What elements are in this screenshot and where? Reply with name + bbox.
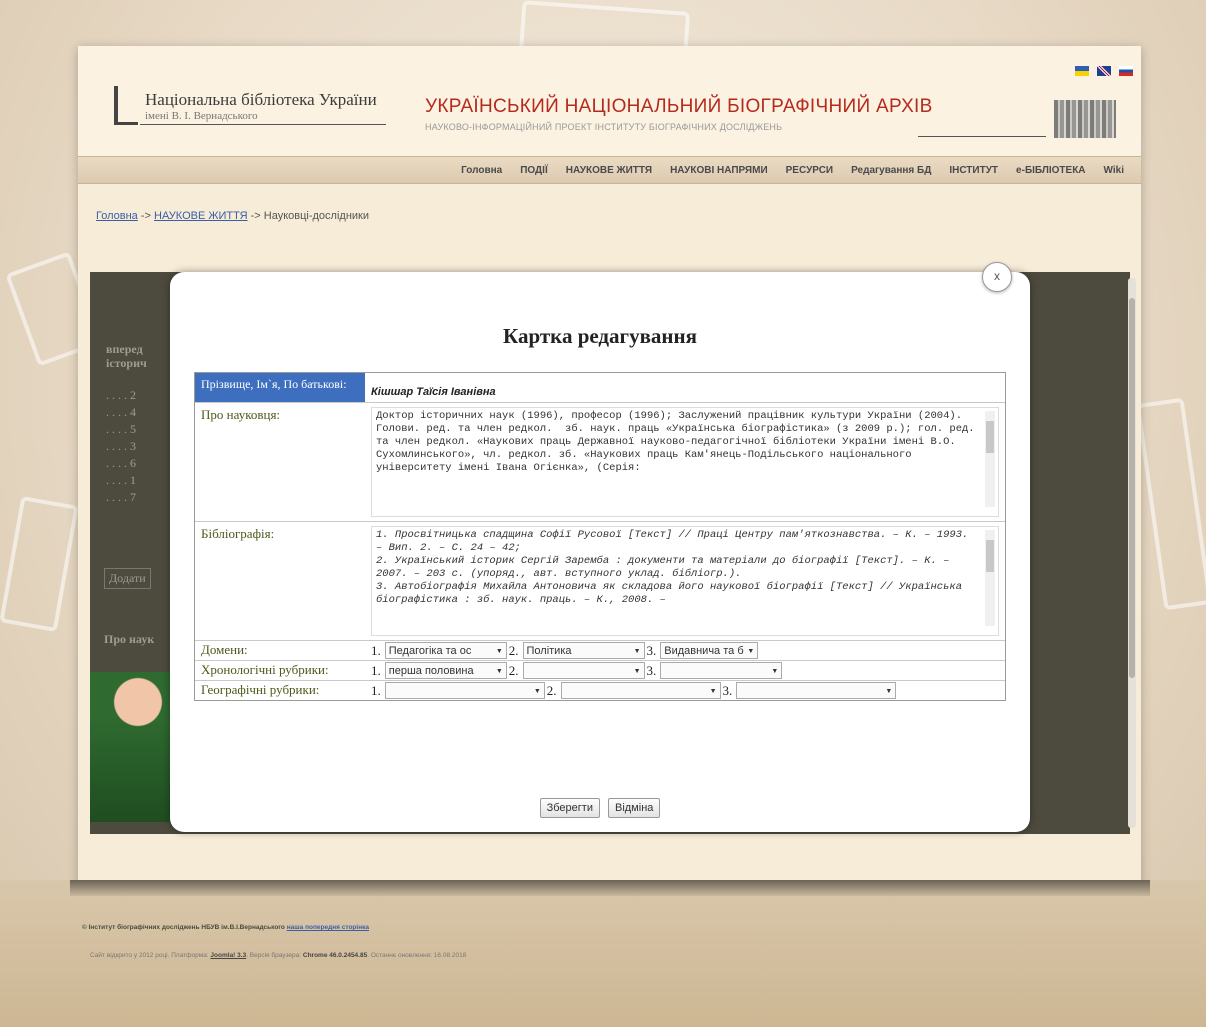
nav-item-0[interactable]: Головна: [452, 165, 511, 176]
footer-copyright: © Інститут біографічних досліджень НБУВ …: [82, 924, 369, 931]
chrono-label: Хронологічні рубрики:: [201, 662, 329, 677]
footer-info: Сайт відкрито у 2012 році. Платформа: Jo…: [90, 952, 466, 959]
footer-text: . Останнє оновлення: 16.08.2018: [367, 952, 467, 959]
site-page: Національна бібліотека України імені В. …: [78, 46, 1141, 884]
browser-version: Chrome 46.0.2454.85: [302, 952, 368, 959]
books-logo-icon: [1054, 100, 1116, 138]
about-label: Про науковця:: [201, 407, 281, 422]
table-row: . . . . 7: [106, 490, 136, 504]
section-heading: Про наук: [104, 632, 155, 646]
form-row-geo: Географічні рубрики: 1. 2. 3.: [195, 680, 1005, 700]
nav-item-3[interactable]: НАУКОВІ НАПРЯМИ: [661, 165, 777, 176]
modal-actions: Зберегти Відміна: [170, 798, 1030, 818]
russia-flag-icon[interactable]: [1119, 66, 1133, 76]
geo-label: Географічні рубрики:: [201, 682, 320, 697]
table-header: історич: [106, 356, 147, 370]
domains-selects: 1.Педагогіка та ос 2.Політика 3.Видавнич…: [365, 641, 762, 660]
divider: [140, 124, 386, 125]
scrollbar-thumb[interactable]: [1129, 298, 1135, 678]
form-row-domains: Домени: 1.Педагогіка та ос 2.Політика 3.…: [195, 640, 1005, 660]
name-value: Кішшар Таїсія Іванівна: [371, 386, 496, 398]
add-button[interactable]: Додати: [104, 568, 151, 589]
domains-label: Домени:: [201, 642, 248, 657]
table-row: . . . . 3: [106, 439, 136, 453]
edit-card-modal: Картка редагування Прізвище, Ім`я, По ба…: [170, 272, 1030, 832]
about-textarea[interactable]: Доктор історичних наук (1996), професор …: [371, 407, 999, 517]
previous-page-link[interactable]: наша попередня сторінка: [287, 924, 369, 931]
nav-item-6[interactable]: ІНСТИТУТ: [940, 165, 1007, 176]
nav-item-7[interactable]: е-БІБЛІОТЕКА: [1007, 165, 1094, 176]
domain-select-1[interactable]: Педагогіка та ос: [384, 642, 507, 659]
cancel-button[interactable]: Відміна: [607, 798, 661, 818]
form-row-bibliography: Бібліографія: 1. Просвітницька спадщина …: [195, 521, 1005, 640]
footer-text: . Версія браузера:: [246, 952, 303, 959]
scientist-photo: [90, 672, 170, 822]
save-button[interactable]: Зберегти: [539, 798, 600, 818]
bibliography-label: Бібліографія:: [201, 526, 275, 541]
nav-item-5[interactable]: Редагування БД: [842, 165, 940, 176]
nav-item-8[interactable]: Wiki: [1095, 165, 1133, 176]
nav-item-4[interactable]: РЕСУРСИ: [777, 165, 842, 176]
main-navigation: Головна ПОДІЇ НАУКОВЕ ЖИТТЯ НАУКОВІ НАПРЯМИ…: [78, 156, 1141, 184]
library-subtitle: імені В. І. Вернадського: [145, 110, 258, 122]
nav-item-2[interactable]: НАУКОВЕ ЖИТТЯ: [557, 165, 661, 176]
ukraine-flag-icon[interactable]: [1075, 66, 1089, 76]
close-icon[interactable]: x: [982, 262, 1012, 292]
archive-subtitle: НАУКОВО-ІНФОРМАЦІЙНИЙ ПРОЕКТ ІНСТИТУТУ Б…: [425, 122, 783, 132]
copyright-text: © Інститут біографічних досліджень НБУВ …: [82, 924, 287, 931]
edit-form: Прізвище, Ім`я, По батькові: Кішшар Таїс…: [194, 372, 1006, 701]
form-row-chrono: Хронологічні рубрики: 1.перша половина 2…: [195, 660, 1005, 680]
breadcrumb-section-link[interactable]: НАУКОВЕ ЖИТТЯ: [154, 210, 248, 222]
divider: [918, 136, 1046, 137]
chrono-select-1[interactable]: перша половина: [384, 662, 507, 679]
site-header: Національна бібліотека України імені В. …: [78, 46, 1141, 156]
breadcrumb-separator: ->: [137, 210, 154, 222]
breadcrumb-separator: ->: [247, 210, 264, 222]
platform-link[interactable]: Joomla! 3.3: [210, 952, 246, 959]
archive-title[interactable]: УКРАЇНСЬКИЙ НАЦІОНАЛЬНИЙ БІОГРАФІЧНИЙ АР…: [425, 96, 933, 118]
language-switcher: [1075, 66, 1133, 76]
breadcrumb-home-link[interactable]: Головна: [96, 210, 138, 222]
textarea-scrollbar[interactable]: [985, 530, 995, 626]
footer-divider: [70, 880, 1150, 896]
table-row: . . . . 5: [106, 422, 136, 436]
table-row: . . . . 1: [106, 473, 136, 487]
nav-item-1[interactable]: ПОДІЇ: [511, 165, 557, 176]
geo-select-1[interactable]: [384, 682, 545, 699]
chrono-select-2[interactable]: [522, 662, 645, 679]
library-logo-icon[interactable]: [114, 86, 138, 125]
breadcrumb-current: Науковці-дослідники: [263, 210, 370, 222]
domain-select-3[interactable]: Видавнича та б: [660, 642, 759, 659]
page-scrollbar[interactable]: [1128, 278, 1136, 828]
uk-flag-icon[interactable]: [1097, 66, 1111, 76]
breadcrumb: Головна -> НАУКОВЕ ЖИТТЯ -> Науковці-дос…: [96, 210, 369, 222]
chrono-selects: 1.перша половина 2. 3.: [365, 661, 786, 680]
domain-select-2[interactable]: Політика: [522, 642, 645, 659]
library-title[interactable]: Національна бібліотека України: [145, 90, 377, 110]
form-row-about: Про науковця: Доктор історичних наук (19…: [195, 402, 1005, 521]
textarea-scrollbar[interactable]: [985, 411, 995, 507]
chrono-select-3[interactable]: [660, 662, 783, 679]
geo-selects: 1. 2. 3.: [365, 681, 900, 700]
table-row: . . . . 6: [106, 456, 136, 470]
geo-select-3[interactable]: [736, 682, 897, 699]
table-row: . . . . 2: [106, 388, 136, 402]
name-label: Прізвище, Ім`я, По батькові:: [195, 373, 365, 402]
bibliography-textarea[interactable]: 1. Просвітницька спадщина Софії Русової …: [371, 526, 999, 636]
table-row: . . . . 4: [106, 405, 136, 419]
table-header: вперед: [106, 342, 143, 356]
modal-title: Картка редагування: [503, 324, 697, 348]
geo-select-2[interactable]: [560, 682, 721, 699]
footer-text: Сайт відкрито у 2012 році. Платформа:: [90, 952, 211, 959]
form-row-name: Прізвище, Ім`я, По батькові: Кішшар Таїс…: [195, 373, 1005, 402]
